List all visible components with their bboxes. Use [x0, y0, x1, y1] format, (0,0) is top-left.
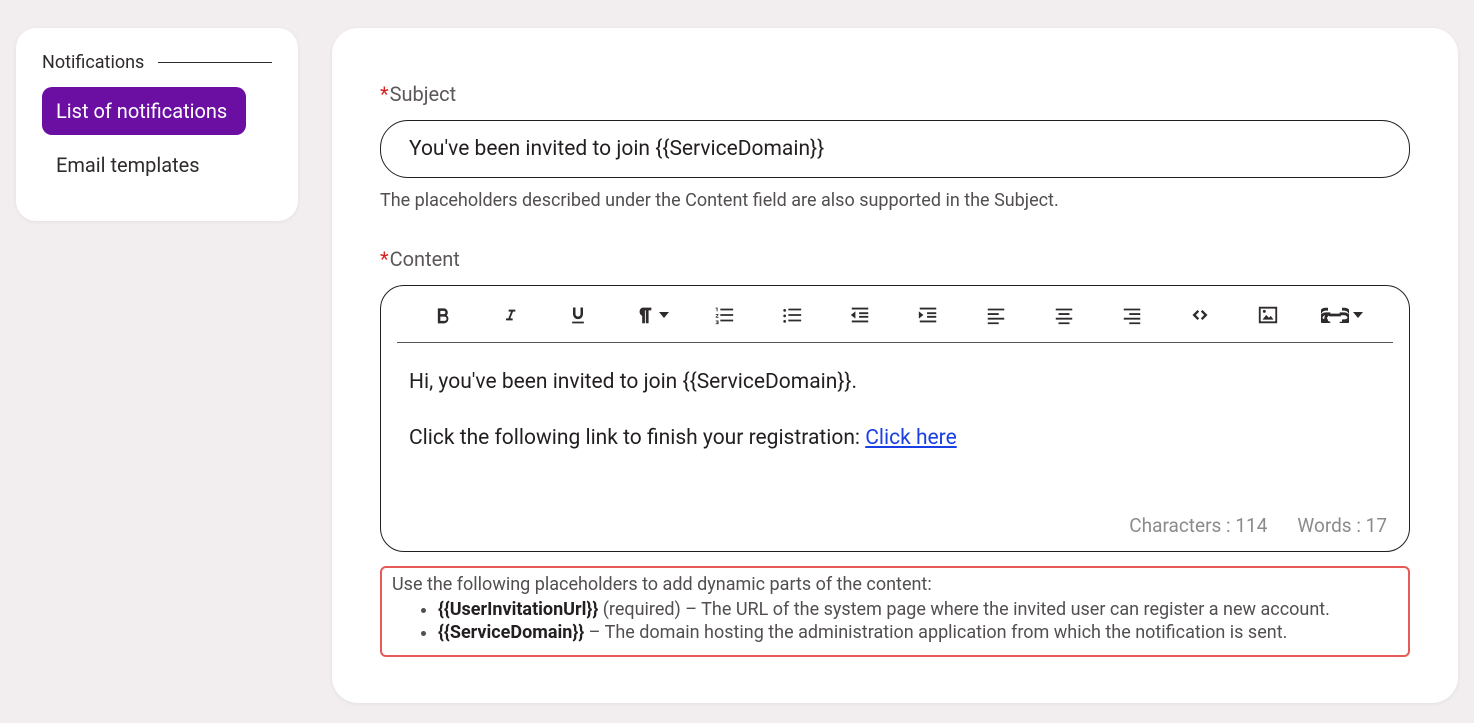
bold-button[interactable]	[423, 300, 461, 330]
sidebar-item-email-templates[interactable]: Email templates	[42, 141, 246, 189]
rich-text-editor: Hi, you've been invited to join {{Servic…	[380, 285, 1410, 552]
placeholders-hint-box: Use the following placeholders to add dy…	[380, 566, 1410, 657]
char-count: Characters : 114	[1129, 514, 1267, 537]
align-right-icon	[1119, 304, 1145, 326]
chevron-down-icon	[659, 312, 669, 318]
sidebar-item-label: Email templates	[56, 153, 200, 177]
chevron-down-icon	[1353, 312, 1363, 318]
required-mark: *	[380, 247, 389, 271]
subject-helper-text: The placeholders described under the Con…	[380, 190, 1410, 211]
word-count: Words : 17	[1297, 514, 1387, 537]
sidebar-section-title: Notifications	[42, 52, 144, 73]
insert-image-icon	[1255, 304, 1281, 326]
sidebar: Notifications List of notifications Emai…	[16, 28, 298, 221]
align-left-icon	[983, 304, 1009, 326]
hint-item: {{ServiceDomain}} – The domain hosting t…	[438, 622, 1398, 643]
subject-label: *Subject	[380, 82, 1410, 106]
subject-input[interactable]	[380, 120, 1410, 178]
paragraph-format-icon	[633, 304, 655, 326]
subject-field: *Subject	[380, 82, 1410, 178]
underline-button[interactable]	[559, 300, 597, 330]
hint-intro: Use the following placeholders to add dy…	[392, 574, 1398, 595]
content-link[interactable]: Click here	[865, 426, 957, 450]
sidebar-item-list-of-notifications[interactable]: List of notifications	[42, 87, 246, 135]
content-paragraph: Hi, you've been invited to join {{Servic…	[409, 367, 1381, 397]
placeholder-token: {{UserInvitationUrl}}	[438, 599, 598, 620]
unordered-list-icon	[780, 304, 804, 326]
content-paragraph: Click the following link to finish your …	[409, 423, 1381, 453]
insert-image-button[interactable]	[1249, 300, 1287, 330]
indent-icon	[915, 304, 941, 326]
indent-button[interactable]	[909, 300, 947, 330]
content-editor[interactable]: Hi, you've been invited to join {{Servic…	[381, 343, 1409, 508]
required-mark: *	[380, 82, 389, 106]
italic-icon	[502, 304, 518, 326]
divider	[158, 62, 272, 63]
italic-button[interactable]	[491, 300, 529, 330]
code-view-button[interactable]	[1181, 300, 1219, 330]
sidebar-header: Notifications	[42, 52, 272, 73]
insert-link-button[interactable]	[1317, 300, 1367, 330]
editor-statusbar: Characters : 114 Words : 17	[381, 508, 1409, 551]
insert-link-icon	[1321, 307, 1349, 323]
ordered-list-icon	[712, 304, 736, 326]
underline-icon	[568, 303, 588, 327]
align-center-icon	[1051, 304, 1077, 326]
placeholder-token: {{ServiceDomain}}	[438, 622, 584, 643]
bold-icon	[432, 304, 452, 326]
editor-toolbar	[397, 286, 1393, 343]
align-center-button[interactable]	[1045, 300, 1083, 330]
main-panel: *Subject The placeholders described unde…	[332, 28, 1458, 703]
outdent-button[interactable]	[841, 300, 879, 330]
code-view-icon	[1186, 305, 1214, 325]
hint-list: {{UserInvitationUrl}} (required) – The U…	[438, 599, 1398, 643]
paragraph-format-button[interactable]	[627, 300, 675, 330]
outdent-icon	[847, 304, 873, 326]
align-left-button[interactable]	[977, 300, 1015, 330]
hint-item: {{UserInvitationUrl}} (required) – The U…	[438, 599, 1398, 620]
ordered-list-button[interactable]	[705, 300, 743, 330]
align-right-button[interactable]	[1113, 300, 1151, 330]
sidebar-item-label: List of notifications	[56, 99, 227, 123]
unordered-list-button[interactable]	[773, 300, 811, 330]
content-label: *Content	[380, 247, 1410, 271]
